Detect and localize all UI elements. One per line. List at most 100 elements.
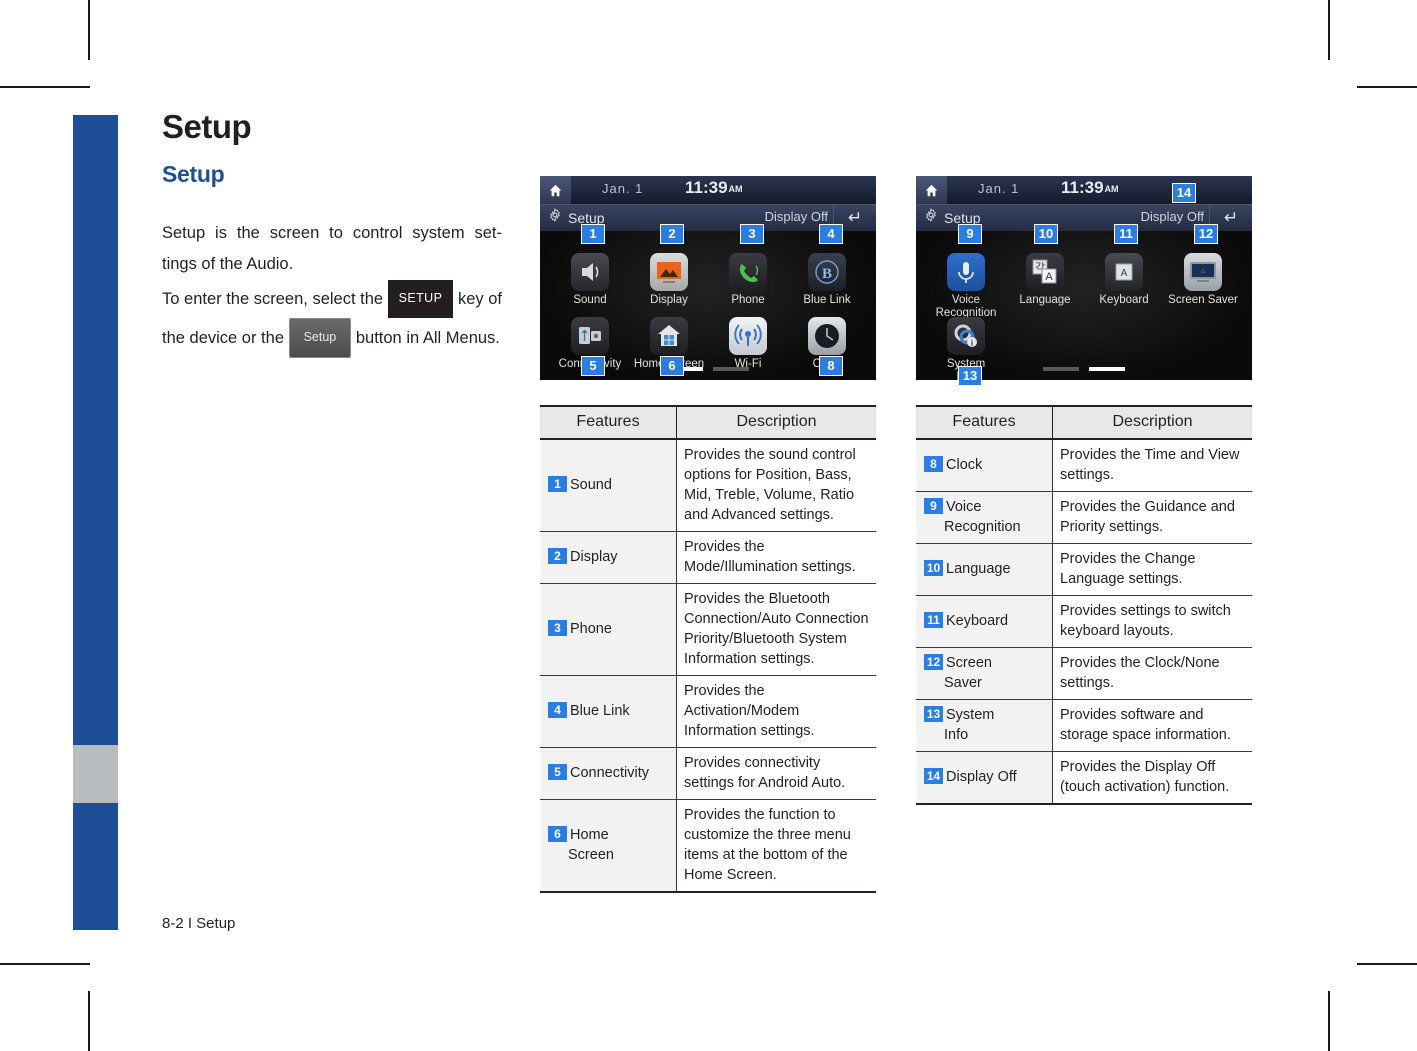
crop-mark-bottom-left-vertical <box>88 991 90 1051</box>
callout-badge-10: 10 <box>1034 224 1058 244</box>
feature-cell: 14 Display Off <box>916 751 1053 805</box>
crop-mark-top-left-horizontal <box>0 86 90 88</box>
clock-icon <box>808 317 846 355</box>
table-row: 9 Voice Recognition Provides the Guidance … <box>916 491 1252 544</box>
table-row: 10 Language Provides the Change Language … <box>916 543 1252 596</box>
page-footer: 8-2 I Setup <box>162 915 236 932</box>
tile-language[interactable]: 각A Language <box>1006 253 1084 307</box>
body-line-1: Setup is the screen to control system se… <box>162 224 502 242</box>
tile-display[interactable]: Display <box>630 253 708 307</box>
page-title: Setup <box>162 108 252 145</box>
connectivity-icon <box>571 317 609 355</box>
table-row: 4 Blue Link Provides the Activation/Modem… <box>540 675 876 748</box>
feature-cell: 6 Home Screen <box>540 799 677 893</box>
tile-label: Blue Link <box>803 294 851 306</box>
description-cell: Provides the Change Language settings. <box>1052 543 1252 596</box>
body-line-2: tings of the Audio. <box>162 255 294 273</box>
tile-label: Keyboard <box>1099 294 1149 306</box>
table-row: 11 Keyboard Provides settings to switch k… <box>916 595 1252 648</box>
svg-text:A: A <box>1045 271 1053 283</box>
margin-bar-upper <box>73 115 118 745</box>
pager-dot-2[interactable] <box>713 367 750 371</box>
body-line-4: All Menus. <box>422 329 500 347</box>
device2-status-bar: Jan. 1 11:39AM <box>916 176 1252 204</box>
device1-date: Jan. 1 <box>602 181 644 196</box>
feature-cell: 11 Keyboard <box>916 595 1053 648</box>
table-row: 5 Connectivity Provides connectivity sett… <box>540 747 876 800</box>
description-cell: Provides the Clock/None settings. <box>1052 647 1252 700</box>
picture-icon <box>650 253 688 291</box>
tile-keyboard[interactable]: A Keyboard <box>1085 253 1163 307</box>
tile-sound[interactable]: Sound <box>551 253 629 307</box>
home-screen-icon <box>650 317 688 355</box>
table-row: 3 Phone Provides the Bluetooth Connection… <box>540 583 876 676</box>
feature-name: Sound <box>570 477 612 493</box>
tile-label: Language <box>1019 294 1071 306</box>
crop-mark-top-right-vertical <box>1328 0 1330 60</box>
callout-badge-12: 12 <box>1194 224 1218 244</box>
table-row: 13 System Info Provides software and stora… <box>916 699 1252 752</box>
keyboard-icon: A <box>1105 253 1143 291</box>
body-paragraph: Setup is the screen to control system se… <box>162 218 502 358</box>
home-icon[interactable] <box>916 176 947 204</box>
blue-link-icon: B <box>808 253 846 291</box>
device2-time: 11:39AM <box>1061 178 1119 197</box>
feature-cell: 9 Voice Recognition <box>916 491 1053 544</box>
callout-badge-6: 6 <box>660 356 684 376</box>
column-header-description: Description <box>676 405 876 440</box>
device-screenshot-setup-page-2: Jan. 1 11:39AM Setup Display Off ↵ Voice… <box>916 176 1252 380</box>
feature-cell: 4 Blue Link <box>540 675 677 748</box>
column-header-description: Description <box>1052 405 1252 440</box>
description-cell: Provides software and storage space info… <box>1052 699 1252 752</box>
callout-badge-9: 9 <box>958 224 982 244</box>
feature-name-line2: Screen <box>568 847 614 863</box>
svg-text:B: B <box>822 266 832 282</box>
callout-badge-11: 11 <box>1114 224 1138 244</box>
device2-display-off-button[interactable]: Display Off <box>1141 209 1204 224</box>
svg-text:A: A <box>1121 268 1128 279</box>
callout-badge-5: 5 <box>581 356 605 376</box>
table-header-row: Features Description <box>540 405 876 440</box>
pager-dot-2[interactable] <box>1089 367 1126 371</box>
body-line-3c: button in <box>355 329 420 347</box>
column-header-features: Features <box>540 405 677 440</box>
crop-mark-top-right-horizontal <box>1357 86 1417 88</box>
description-cell: Provides the Mode/Illumination settings. <box>676 531 876 584</box>
description-cell: Provides connectivity settings for Andro… <box>676 747 876 800</box>
microphone-icon <box>947 253 985 291</box>
callout-badge-4: 4 <box>819 224 843 244</box>
feature-name-line2: Info <box>944 727 969 743</box>
feature-name: Blue Link <box>570 703 630 719</box>
feature-cell: 10 Language <box>916 543 1053 596</box>
tile-blue-link[interactable]: B Blue Link <box>788 253 866 307</box>
feature-cell: 1 Sound <box>540 439 677 532</box>
row-badge: 14 <box>924 768 943 784</box>
callout-badge-14: 14 <box>1172 183 1196 203</box>
row-badge: 4 <box>548 702 567 718</box>
feature-cell: 13 System Info <box>916 699 1053 752</box>
row-badge: 9 <box>924 498 943 514</box>
feature-cell: 5 Connectivity <box>540 747 677 800</box>
table-header-row: Features Description <box>916 405 1252 440</box>
gear-icon <box>548 207 562 226</box>
tile-screen-saver[interactable]: ⌂ Screen Saver <box>1164 253 1242 307</box>
svg-text:⌂: ⌂ <box>1201 268 1205 275</box>
tile-label: Screen Saver <box>1168 294 1238 306</box>
row-badge: 8 <box>924 456 943 472</box>
row-badge: 1 <box>548 476 567 492</box>
pager-dot-1[interactable] <box>1042 367 1079 371</box>
description-cell: Provides the Display Off (touch activati… <box>1052 751 1252 805</box>
device1-display-off-button[interactable]: Display Off <box>765 209 828 224</box>
margin-bar-chapter-marker <box>73 745 118 803</box>
phone-icon <box>729 253 767 291</box>
feature-name: Voice <box>946 499 982 515</box>
table-row: 14 Display Off Provides the Display Off (… <box>916 751 1252 805</box>
tile-phone[interactable]: Phone <box>709 253 787 307</box>
tile-voice-recognition[interactable]: Voice Recognition <box>927 253 1005 320</box>
feature-name: Clock <box>946 457 983 473</box>
description-cell: Provides the Guidance and Priority setti… <box>1052 491 1252 544</box>
feature-name: Connectivity <box>570 765 649 781</box>
home-icon[interactable] <box>540 176 571 204</box>
callout-badge-1: 1 <box>581 224 605 244</box>
table-row: 2 Display Provides the Mode/Illumination … <box>540 531 876 584</box>
